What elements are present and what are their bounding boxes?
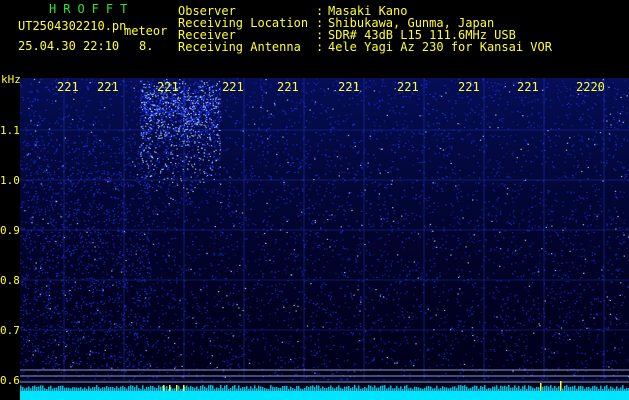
y-tick-label: 0.7 bbox=[0, 324, 20, 337]
app-name: HROFFT bbox=[49, 2, 135, 16]
event-count: 8. bbox=[139, 39, 154, 53]
y-tick-label: 0.9 bbox=[0, 224, 20, 237]
info-row-antenna: Receiving Antenna : 4ele Yagi Az 230 for… bbox=[178, 40, 552, 54]
freq-tick-label: 2220 bbox=[576, 80, 605, 94]
spectrogram bbox=[20, 78, 629, 400]
freq-tick-label: 221 bbox=[397, 80, 419, 94]
freq-tick-label: 221 bbox=[517, 80, 539, 94]
freq-tick-label: 221 bbox=[277, 80, 299, 94]
spectrogram-canvas bbox=[20, 78, 629, 400]
freq-tick-label: 221 bbox=[222, 80, 244, 94]
freq-tick-label: 221 bbox=[338, 80, 360, 94]
freq-tick-label: 221 bbox=[157, 80, 179, 94]
file-name: UT2504302210.pn bbox=[18, 19, 127, 33]
freq-tick-label: 221 bbox=[57, 80, 79, 94]
station-info: Observer : Masaki Kano Receiving Locatio… bbox=[178, 5, 552, 53]
y-tick-label: 1.0 bbox=[0, 174, 20, 187]
record-type: meteor bbox=[124, 24, 168, 38]
noise-wash bbox=[20, 78, 629, 400]
freq-tick-label: 221 bbox=[458, 80, 480, 94]
header-panel: HROFFT UT2504302210.pn meteor 25.04.30 2… bbox=[0, 0, 629, 78]
date-time: 25.04.30 22:10 bbox=[18, 39, 120, 53]
y-axis-unit: kHz bbox=[1, 73, 21, 86]
y-tick-label: 0.8 bbox=[0, 274, 20, 287]
y-tick-label: 0.6 bbox=[0, 374, 20, 387]
y-tick-label: 1.1 bbox=[0, 124, 20, 137]
freq-tick-label: 221 bbox=[97, 80, 119, 94]
